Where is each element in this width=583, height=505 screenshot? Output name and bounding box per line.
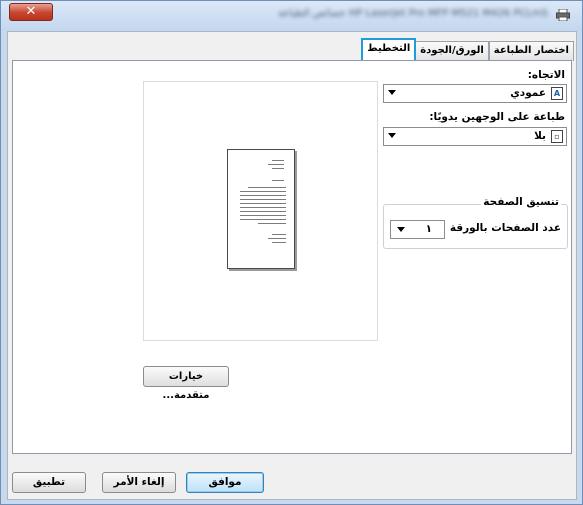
close-icon: ✕ [25, 4, 37, 19]
page-layout-group: تنسيق الصفحة عدد الصفحات بالورقة ١ [383, 196, 568, 249]
dialog-body: التخطيط الورق/الجودة اختصار الطباعة خيار… [7, 31, 577, 500]
preview-line [272, 234, 286, 235]
preview-page [227, 149, 295, 269]
preview-line [248, 187, 286, 188]
page-preview [143, 81, 378, 341]
duplex-label: طباعة على الوجهين يدويًا: [429, 111, 565, 123]
duplex-dropdown[interactable]: ▫ بلا [383, 127, 567, 146]
advanced-options-button[interactable]: خيارات متقدمة... [143, 366, 229, 401]
preview-line [240, 203, 286, 204]
preview-line [268, 164, 284, 165]
orientation-dropdown[interactable]: A عمودي [383, 84, 567, 103]
preview-line [240, 195, 286, 196]
orientation-label: الاتجاه: [527, 69, 565, 81]
pages-per-sheet-value: ١ [425, 223, 432, 235]
title-bar: ✕ HP LaserJet Pro MFP M521 M426 PCLmS خص… [1, 1, 582, 31]
tab-printing-shortcuts[interactable]: اختصار الطباعة [488, 41, 574, 61]
cancel-button[interactable]: إلغاء الأمر [102, 472, 176, 493]
chevron-down-icon [388, 133, 396, 138]
portrait-page-icon: A [551, 87, 563, 100]
preview-line [240, 199, 286, 200]
tab-strip: التخطيط الورق/الجودة اختصار الطباعة [361, 38, 574, 62]
preview-line [272, 160, 284, 161]
ok-button[interactable]: موافق [186, 472, 264, 493]
layout-panel: خيارات متقدمة... الاتجاه: A عمودي طباعة … [12, 60, 572, 454]
preview-line [272, 168, 284, 169]
preview-line [240, 219, 286, 220]
preview-line [272, 242, 286, 243]
duplex-value: بلا [534, 130, 546, 142]
pages-per-sheet-dropdown[interactable]: ١ [390, 220, 445, 239]
close-button[interactable]: ✕ [9, 3, 53, 21]
preview-line [272, 180, 284, 181]
window-title: HP LaserJet Pro MFP M521 M426 PCLmS خصائ… [278, 8, 548, 19]
chevron-down-icon [397, 227, 405, 232]
tab-paper-quality[interactable]: الورق/الجودة [415, 41, 489, 61]
orientation-value: عمودي [510, 87, 546, 99]
preview-line [240, 215, 286, 216]
preview-line [240, 211, 286, 212]
single-page-icon: ▫ [551, 130, 563, 143]
chevron-down-icon [388, 90, 396, 95]
pages-per-sheet-label: عدد الصفحات بالورقة [449, 222, 561, 234]
preview-line [240, 207, 286, 208]
tab-layout[interactable]: التخطيط [361, 38, 417, 62]
preview-line [258, 223, 286, 224]
preview-line [268, 238, 286, 239]
page-layout-legend: تنسيق الصفحة [481, 196, 561, 208]
print-properties-window: ✕ HP LaserJet Pro MFP M521 M426 PCLmS خص… [0, 0, 583, 505]
printer-icon [556, 9, 570, 21]
apply-button[interactable]: تطبيق [12, 472, 86, 493]
preview-line [240, 191, 286, 192]
